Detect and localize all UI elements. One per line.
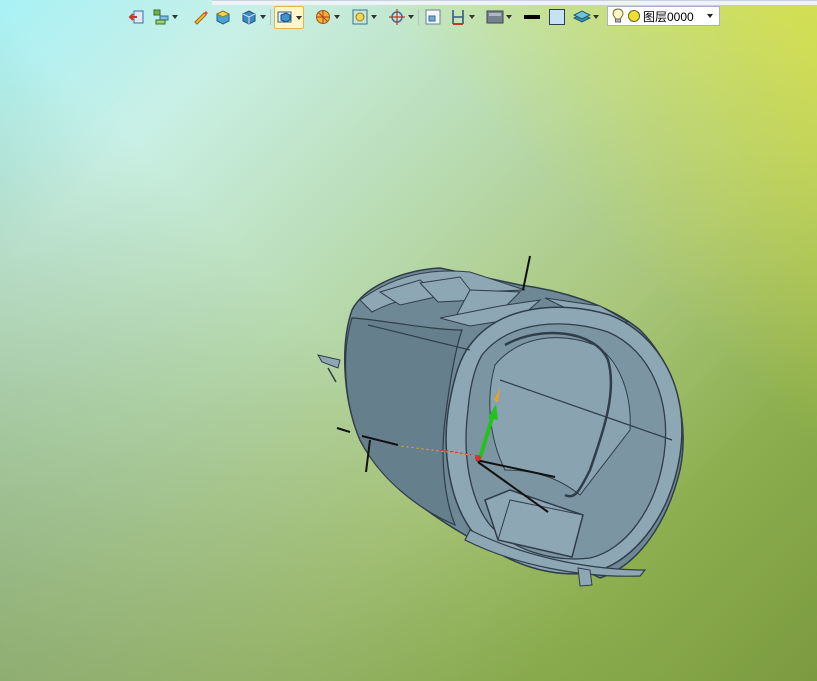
chevron-down-icon[interactable] bbox=[260, 15, 266, 19]
chevron-down-icon[interactable] bbox=[408, 15, 414, 19]
background-button[interactable] bbox=[486, 7, 512, 27]
chevron-down-icon[interactable] bbox=[334, 15, 340, 19]
model-left-tab bbox=[327, 367, 337, 383]
window-select-icon bbox=[425, 9, 441, 25]
chevron-down-icon[interactable] bbox=[296, 15, 302, 20]
background-icon bbox=[486, 10, 504, 24]
chevron-down-icon[interactable] bbox=[371, 15, 377, 19]
layers-icon bbox=[573, 10, 591, 23]
face-color-button[interactable] bbox=[548, 7, 566, 27]
layer-name: 图层0000 bbox=[643, 9, 694, 24]
shaded-box-button[interactable] bbox=[214, 7, 232, 27]
face-color-icon bbox=[549, 9, 565, 25]
chevron-down-icon[interactable] bbox=[469, 15, 475, 19]
assembly-button[interactable] bbox=[152, 7, 178, 27]
view-cube-icon bbox=[242, 10, 256, 25]
yellow-circle-icon[interactable] bbox=[627, 9, 641, 23]
exit-arrow-icon bbox=[128, 10, 144, 24]
view-cube-button[interactable] bbox=[240, 7, 266, 27]
layers-button[interactable] bbox=[573, 7, 599, 27]
line-color-icon bbox=[524, 15, 540, 19]
chevron-down-icon[interactable] bbox=[172, 15, 178, 19]
display-mode-button[interactable] bbox=[274, 6, 304, 29]
layer-select[interactable]: 图层0000 bbox=[607, 6, 720, 26]
render-style-button[interactable] bbox=[314, 7, 340, 27]
shaded-box-icon bbox=[215, 10, 231, 25]
pencil-button[interactable] bbox=[191, 7, 209, 27]
measure-icon bbox=[452, 10, 464, 25]
line-color-button[interactable] bbox=[523, 7, 541, 27]
window-select-button[interactable] bbox=[424, 7, 442, 27]
zoom-fit-button[interactable] bbox=[351, 7, 377, 27]
light-bulb-icon[interactable] bbox=[611, 8, 625, 24]
pan-target-button[interactable] bbox=[388, 7, 414, 27]
render-style-icon bbox=[316, 10, 330, 24]
measure-button[interactable] bbox=[449, 7, 475, 27]
chevron-down-icon[interactable] bbox=[506, 15, 512, 19]
3d-model[interactable] bbox=[0, 0, 817, 681]
toolbar-separator bbox=[418, 9, 419, 25]
toolbar-separator bbox=[270, 9, 271, 25]
display-mode-icon bbox=[277, 11, 292, 23]
exit-sketch-button[interactable] bbox=[128, 7, 146, 27]
pencil-icon bbox=[194, 11, 208, 25]
target-crosshair-icon bbox=[389, 9, 405, 25]
zoom-fit-icon bbox=[352, 9, 368, 25]
chevron-down-icon[interactable] bbox=[707, 14, 713, 18]
view-toolbar: 图层0000 bbox=[0, 0, 817, 34]
chevron-down-icon[interactable] bbox=[593, 15, 599, 19]
model-side-face bbox=[344, 317, 463, 527]
assembly-stack-icon bbox=[153, 9, 169, 25]
toolbar-top-border bbox=[212, 0, 817, 5]
model-left-tab bbox=[317, 354, 341, 369]
model-bracket bbox=[577, 567, 593, 587]
